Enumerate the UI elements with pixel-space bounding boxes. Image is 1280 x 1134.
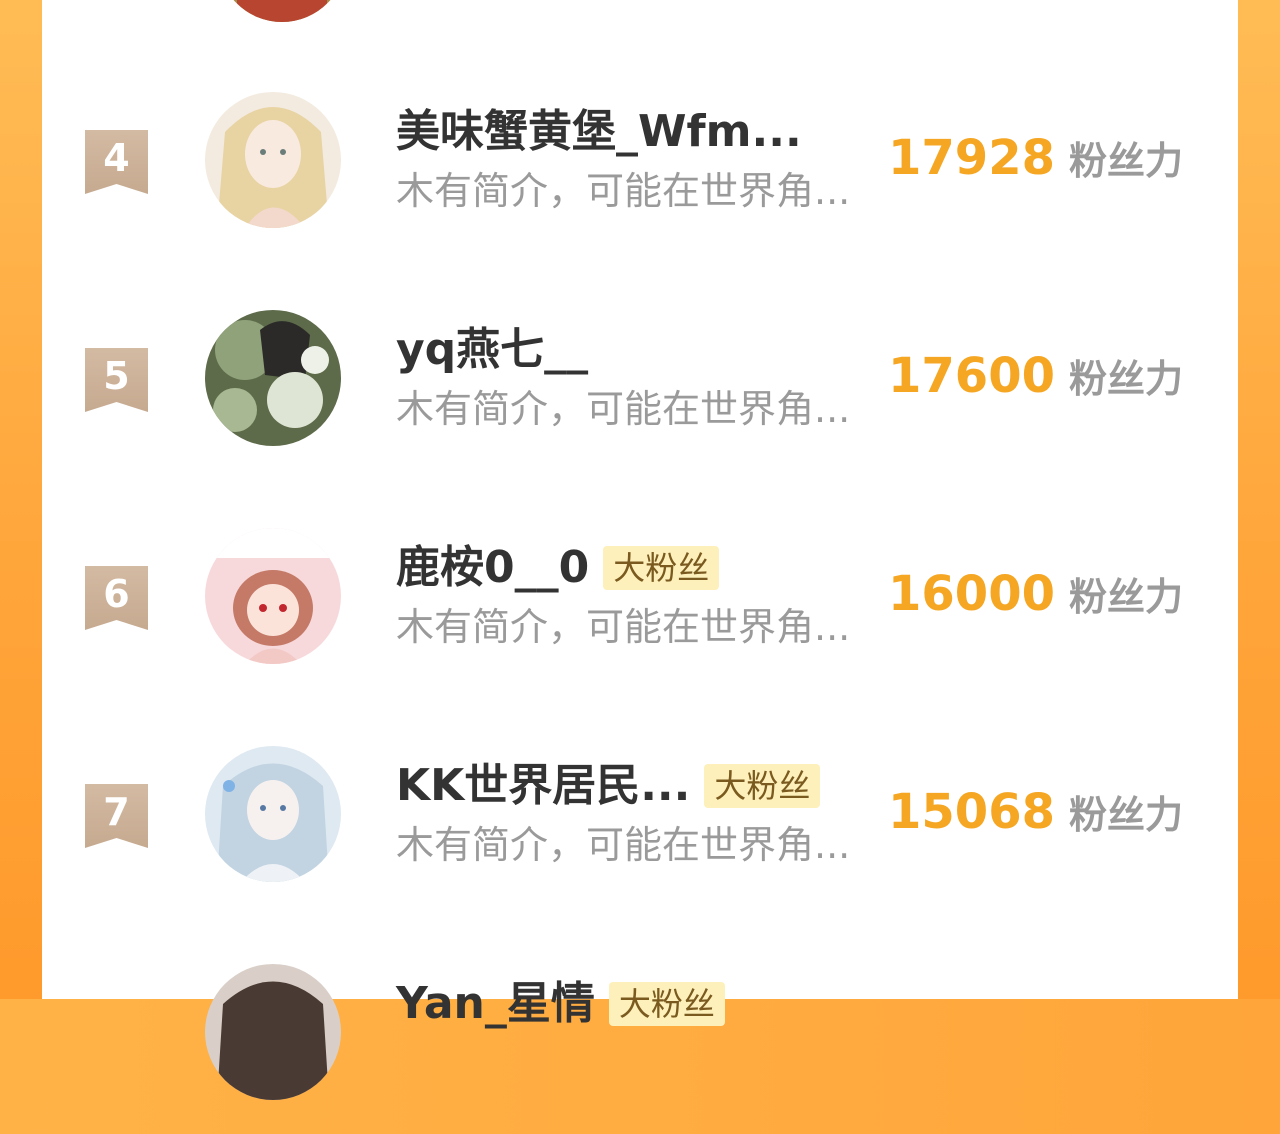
user-description: 木有简介，可能在世界角... <box>396 169 851 213</box>
avatar[interactable] <box>205 92 341 228</box>
fan-power-score: 17600 <box>888 348 1055 404</box>
rank-number: 4 <box>103 136 130 180</box>
rank-ribbon-icon: 7 <box>85 784 148 848</box>
list-item[interactable]: 7 KK世界居民... 大粉丝 木有简介，可能在世界角... 15068 粉丝力 <box>42 746 1238 916</box>
user-description: 木有简介，可能在世界角... <box>396 387 851 431</box>
avatar[interactable] <box>205 528 341 664</box>
list-item[interactable]: Yan_星情 大粉丝 <box>42 964 1238 1134</box>
rank-number: 7 <box>103 790 130 834</box>
rank-number: 5 <box>103 354 130 398</box>
rank-ribbon-icon: 6 <box>85 566 148 630</box>
fan-power-unit: 粉丝力 <box>1069 793 1184 837</box>
avatar[interactable] <box>205 746 341 882</box>
right-orange-border <box>1238 0 1280 999</box>
big-fan-badge: 大粉丝 <box>603 546 720 590</box>
user-name[interactable]: KK世界居民... <box>396 760 690 812</box>
rank-ribbon-icon: 5 <box>85 348 148 412</box>
leaderboard-panel: 4 美味蟹黄堡_Wfm... 木有简介，可能在世界角... 17928 粉丝力 <box>42 0 1238 1100</box>
list-item[interactable]: 6 鹿桉0__0 大粉丝 木有简介，可能在世界角... 16000 粉丝力 <box>42 528 1238 698</box>
fan-power-score: 16000 <box>888 566 1055 622</box>
list-item[interactable]: 4 美味蟹黄堡_Wfm... 木有简介，可能在世界角... 17928 粉丝力 <box>42 92 1238 262</box>
user-name[interactable]: Yan_星情 <box>396 978 595 1030</box>
user-name[interactable]: yq燕七__ <box>396 324 588 376</box>
user-description: 木有简介，可能在世界角... <box>396 605 851 649</box>
fan-power-score: 17928 <box>888 130 1055 186</box>
user-description: 木有简介，可能在世界角... <box>396 823 851 867</box>
avatar-partial-top[interactable] <box>217 0 347 22</box>
big-fan-badge: 大粉丝 <box>608 982 725 1026</box>
fan-power-score: 15068 <box>888 784 1055 840</box>
user-name[interactable]: 鹿桉0__0 <box>396 542 589 594</box>
fan-power-unit: 粉丝力 <box>1069 139 1184 183</box>
list-item[interactable]: 5 yq燕七__ 木有简介，可能在世界角... 17600 粉丝力 <box>42 310 1238 480</box>
fan-power-unit: 粉丝力 <box>1069 575 1184 619</box>
user-name[interactable]: 美味蟹黄堡_Wfm... <box>396 106 802 158</box>
fan-power-unit: 粉丝力 <box>1069 357 1184 401</box>
avatar[interactable] <box>205 964 341 1100</box>
rank-ribbon-icon: 4 <box>85 130 148 194</box>
left-orange-border <box>0 0 42 999</box>
big-fan-badge: 大粉丝 <box>704 764 821 808</box>
rank-number: 6 <box>103 572 130 616</box>
avatar[interactable] <box>205 310 341 446</box>
